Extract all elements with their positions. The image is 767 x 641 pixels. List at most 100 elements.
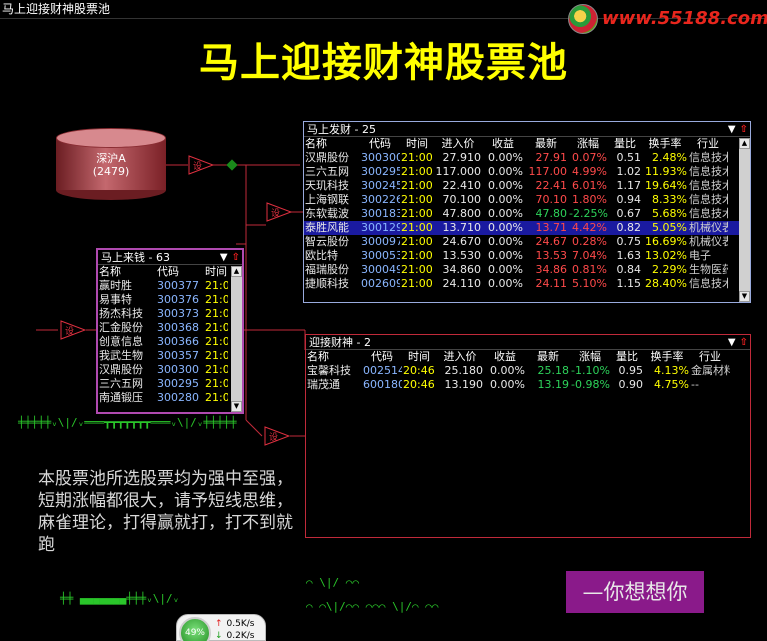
table-row[interactable]: 汉鼎股份 300300 21:00 27.910 0.00% 27.91 0.07% 0.51… [304, 151, 750, 165]
stock-table: 名称 代码 时间赢时胜 300377 21:00 易事特 300376 21:00 扬杰科技 30… [98, 265, 242, 405]
network-speed-widget[interactable]: 49% ↑ 0.5K/s ↓ 0.2K/s [176, 614, 266, 641]
table-row[interactable]: 三六五网 300295 21:00 [98, 377, 242, 391]
scroll-up-icon[interactable]: ▲ [231, 266, 242, 277]
column-header: 行业 [699, 350, 721, 363]
table-row[interactable]: 上海钢联 300226 21:00 70.100 0.00% 70.10 1.80% 0.94… [304, 193, 750, 207]
filter-gate-1[interactable]: 设 [188, 155, 214, 175]
red-up-arrow-icon[interactable]: ⇧ [232, 252, 240, 263]
dropdown-arrow-icon[interactable]: ▼ [220, 252, 228, 263]
entry-time: 21:00 [205, 279, 228, 292]
table-row[interactable]: 汇金股份 300368 21:00 [98, 321, 242, 335]
volume-ratio: 0.90 [618, 378, 644, 391]
table-row[interactable]: 三六五网 300295 21:00 117.000 0.00% 117.00 4.99% 1.… [304, 165, 750, 179]
volume-ratio: 1.02 [616, 165, 642, 178]
entry-time: 21:00 [205, 307, 228, 320]
stock-code: 300377 [157, 279, 199, 292]
entry-price: 22.410 [442, 179, 482, 192]
table-row[interactable]: 智云股份 300097 21:00 24.670 0.00% 24.67 0.28% 0.75… [304, 235, 750, 249]
table-row[interactable]: 宝馨科技 002514 20:46 25.180 0.00% 25.18 -1.10% 0.9… [306, 364, 750, 378]
table-row[interactable]: 天玑科技 300245 21:00 22.410 0.00% 22.41 6.01% 1.17… [304, 179, 750, 193]
turnover-rate: 16.69% [645, 235, 687, 248]
vertical-scrollbar[interactable]: ▲ ▼ [739, 138, 750, 302]
scroll-down-icon[interactable]: ▼ [739, 291, 750, 302]
table-row[interactable]: 泰胜风能 300129 21:00 13.710 0.00% 13.71 4.42% 0.82… [304, 221, 750, 235]
volume-ratio: 1.15 [616, 277, 642, 290]
filter-gate-2[interactable]: 设 [266, 202, 292, 222]
last-price: 47.80 [535, 207, 568, 220]
upload-speed: ↑ 0.5K/s [215, 619, 254, 629]
pool-panel-ying[interactable]: 迎接财神 - 2 ▼ ⇧ 名称 代码 时间 进入价 收益 最新 涨幅 量比 换手率 行业 宝馨科技 00… [305, 334, 751, 538]
table-row[interactable]: 汉鼎股份 300300 21:00 [98, 363, 242, 377]
column-header: 时间 [408, 350, 430, 363]
download-speed: ↓ 0.2K/s [215, 631, 254, 641]
table-row[interactable]: 创意信息 300366 21:00 [98, 335, 242, 349]
table-row[interactable]: 我武生物 300357 21:00 [98, 349, 242, 363]
entry-price: 13.530 [442, 249, 482, 262]
volume-ratio: 0.67 [616, 207, 642, 220]
vertical-scrollbar[interactable]: ▲ ▼ [231, 266, 242, 412]
column-header: 换手率 [650, 350, 684, 363]
entry-time: 21:00 [401, 235, 433, 248]
return: 0.00% [488, 165, 523, 178]
change-percent: 1.80% [572, 193, 607, 206]
pool-panel-lai[interactable]: 马上来钱 - 63 ▼ ⇧ 名称 代码 时间赢时胜 300377 21:00 易事特 3003… [96, 248, 244, 414]
stock-name: 福瑞股份 [305, 263, 349, 276]
table-row[interactable]: 赢时胜 300377 21:00 [98, 279, 242, 293]
cylinder-top [56, 128, 166, 148]
filter-gate-3[interactable]: 设 [60, 320, 86, 340]
column-header: 最新 [537, 350, 559, 363]
table-row[interactable]: 南通锻压 300280 21:00 [98, 391, 242, 405]
grass-decoration: ⌒ ⌒\|/⌒⌒ ⌒⌒⌒ \|/⌒ ⌒⌒ [306, 600, 439, 613]
stock-name: 我武生物 [99, 349, 143, 362]
stock-code: 300280 [157, 391, 199, 404]
source-database[interactable]: 深沪A (2479) [56, 128, 166, 200]
volume-ratio: 0.82 [616, 221, 642, 234]
panel-title: 马上发财 - 25 [307, 123, 376, 136]
scroll-up-icon[interactable]: ▲ [739, 138, 750, 149]
dropdown-arrow-icon[interactable]: ▼ [728, 337, 736, 348]
red-up-arrow-icon[interactable]: ⇧ [740, 337, 748, 348]
stock-code: 600180 [363, 378, 402, 391]
entry-time: 20:46 [403, 364, 435, 377]
table-row[interactable]: 瑞茂通 600180 20:46 13.190 0.00% 13.19 -0.98% 0.90… [306, 378, 750, 392]
stock-name: 宝馨科技 [307, 364, 351, 377]
dropdown-arrow-icon[interactable]: ▼ [728, 124, 736, 135]
red-up-arrow-icon[interactable]: ⇧ [740, 124, 748, 135]
change-percent: 5.10% [572, 277, 607, 290]
table-row[interactable]: 捷顺科技 002609 21:00 24.110 0.00% 24.11 5.10% 1.15… [304, 277, 750, 291]
stock-name: 泰胜风能 [305, 221, 349, 234]
filter-gate-4[interactable]: 设 [264, 426, 290, 446]
table-row[interactable]: 福瑞股份 300049 21:00 34.860 0.00% 34.86 0.81% 0.84… [304, 263, 750, 277]
last-price: 34.86 [535, 263, 568, 276]
grass-decoration: ╪╪╪╪╪ᵥ\|/ᵥ═══┳┳┳┳┳┳┳═══ᵥ\|/ᵥ╪╪╪╪╪ [18, 416, 237, 429]
table-row[interactable]: 扬杰科技 300373 21:00 [98, 307, 242, 321]
return: 0.00% [488, 207, 523, 220]
stock-name: 汇金股份 [99, 321, 143, 334]
last-price: 24.11 [535, 277, 568, 290]
column-header: 涨幅 [579, 350, 601, 363]
stock-name: 天玑科技 [305, 179, 349, 192]
industry: 金属材料 [691, 364, 730, 377]
last-price: 22.41 [535, 179, 568, 192]
table-row[interactable]: 欧比特 300053 21:00 13.530 0.00% 13.53 7.04% 1.63 1… [304, 249, 750, 263]
column-header: 量比 [614, 137, 636, 150]
pool-panel-fa[interactable]: 马上发财 - 25 ▼ ⇧ 名称 代码 时间 进入价 收益 最新 涨幅 量比 换手率 行业 汉鼎股份 3… [303, 121, 751, 303]
entry-time: 21:00 [205, 349, 228, 362]
stock-name: 赢时胜 [99, 279, 132, 292]
entry-price: 24.670 [442, 235, 482, 248]
return: 0.00% [488, 193, 523, 206]
entry-time: 21:00 [401, 151, 433, 164]
table-row[interactable]: 易事特 300376 21:00 [98, 293, 242, 307]
industry: 生物医药 [689, 263, 728, 276]
stock-code: 300376 [157, 293, 199, 306]
column-header: 名称 [99, 265, 121, 278]
download-arrow-icon: ↓ [215, 631, 223, 641]
scroll-down-icon[interactable]: ▼ [231, 401, 242, 412]
column-header: 代码 [157, 265, 179, 278]
change-percent: -2.25% [569, 207, 608, 220]
column-header: 行业 [697, 137, 719, 150]
table-row[interactable]: 东软载波 300183 21:00 47.800 0.00% 47.80 -2.25% 0.6… [304, 207, 750, 221]
source-count: (2479) [92, 165, 130, 178]
volume-ratio: 0.94 [616, 193, 642, 206]
stock-name: 三六五网 [99, 377, 143, 390]
